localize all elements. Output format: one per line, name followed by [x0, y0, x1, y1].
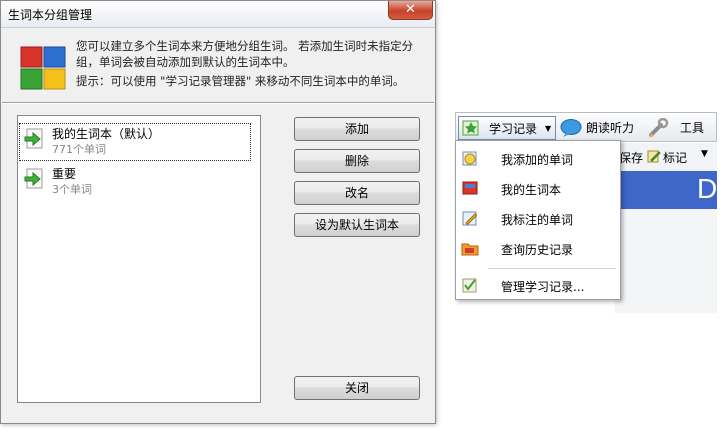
header-divider	[2, 102, 434, 104]
blue-header-letter: D	[697, 173, 718, 204]
close-button[interactable]: 关闭	[294, 376, 420, 400]
set-default-button[interactable]: 设为默认生词本	[294, 213, 420, 237]
study-record-button[interactable]: 学习记录 ▼	[458, 116, 556, 140]
smiley-book-icon	[462, 151, 477, 166]
mark-button[interactable]: 标记	[663, 149, 687, 166]
menu-item-query-history[interactable]: 查询历史记录	[457, 233, 619, 263]
menu-item-label: 我添加的单词	[501, 153, 574, 167]
study-record-label: 学习记录	[489, 122, 538, 136]
dialog-title: 生词本分组管理	[8, 8, 93, 22]
dialog-header: 您可以建立多个生词本来方便地分组生词。 若添加生词时未指定分组，单词会被自动添加…	[2, 28, 434, 102]
menu-separator	[488, 268, 616, 269]
read-listen-label: 朗读听力	[586, 121, 635, 135]
save-button-partial[interactable]: 保存	[619, 149, 643, 166]
green-star-book-icon	[462, 120, 479, 136]
mark-dropdown-icon[interactable]: ▼	[701, 149, 708, 159]
menu-item-label: 查询历史记录	[501, 243, 574, 257]
orange-folder-icon	[461, 243, 479, 256]
dialog-description: 您可以建立多个生词本来方便地分组生词。 若添加生词时未指定分组，单词会被自动添加…	[76, 39, 414, 69]
read-listen-button[interactable]: 朗读听力	[558, 116, 638, 140]
wordbook-item-important[interactable]: 重要 3个单词	[20, 164, 250, 200]
wordbook-name: 我的生词本（默认）	[52, 127, 161, 141]
tools-button[interactable]: 工具	[644, 116, 716, 140]
menu-item-label: 管理学习记录...	[501, 280, 585, 294]
rename-button[interactable]: 改名	[294, 181, 420, 205]
menu-item-label: 我标注的单词	[501, 213, 574, 227]
main-toolbar: 学习记录 ▼ 朗读听力 工具	[455, 112, 717, 142]
wordbook-list[interactable]: 我的生词本（默认） 771个单词 重要 3个单词	[17, 115, 261, 403]
blue-content-area: D	[615, 171, 717, 209]
close-window-button[interactable]: ✕	[388, 1, 433, 20]
red-book-icon	[462, 181, 478, 195]
menu-item-my-added-words[interactable]: 我添加的单词	[457, 143, 619, 173]
menu-item-label: 我的生词本	[501, 183, 562, 197]
menu-item-manage-records[interactable]: 管理学习记录...	[457, 270, 619, 300]
dropdown-arrow-icon: ▼	[545, 124, 552, 133]
dialog-hint: 提示：可以使用 "学习记录管理器" 来移动不同生词本中的单词。	[76, 74, 405, 88]
wordbook-count: 3个单词	[52, 183, 92, 196]
tools-label: 工具	[680, 121, 705, 135]
green-arrow-page-icon	[24, 168, 43, 189]
green-arrow-page-icon	[24, 128, 43, 149]
color-blocks-logo-icon	[20, 46, 66, 90]
delete-button[interactable]: 删除	[294, 149, 420, 173]
checkmark-icon	[462, 278, 477, 293]
speech-bubble-icon	[560, 119, 582, 137]
menu-item-my-marked-words[interactable]: 我标注的单词	[457, 203, 619, 233]
add-button[interactable]: 添加	[294, 117, 420, 141]
wrench-icon	[649, 118, 669, 138]
title-bar[interactable]: 生词本分组管理 ✕	[1, 1, 435, 28]
wordbook-item-default[interactable]: 我的生词本（默认） 771个单词	[19, 123, 251, 161]
mark-pencil-icon	[647, 150, 661, 163]
wordbook-count: 771个单词	[52, 143, 106, 156]
pencil-book-icon	[462, 211, 478, 226]
toolbar-menu-screenshot: 保存 标记 ▼ D 学习记录 ▼ 朗读听力 工具 我添加的单词 我的生词本 我标…	[455, 112, 717, 313]
secondary-toolbar: 保存 标记 ▼	[615, 143, 717, 171]
content-area	[615, 209, 717, 313]
menu-item-my-wordbook[interactable]: 我的生词本	[457, 173, 619, 203]
wordbook-group-dialog: 生词本分组管理 ✕ 您可以建立多个生词本来方便地分组生词。 若添加生词时未指定分…	[0, 0, 436, 424]
study-record-dropdown-menu: 我添加的单词 我的生词本 我标注的单词 查询历史记录 管理学习记录...	[455, 140, 621, 300]
wordbook-name: 重要	[52, 167, 77, 181]
